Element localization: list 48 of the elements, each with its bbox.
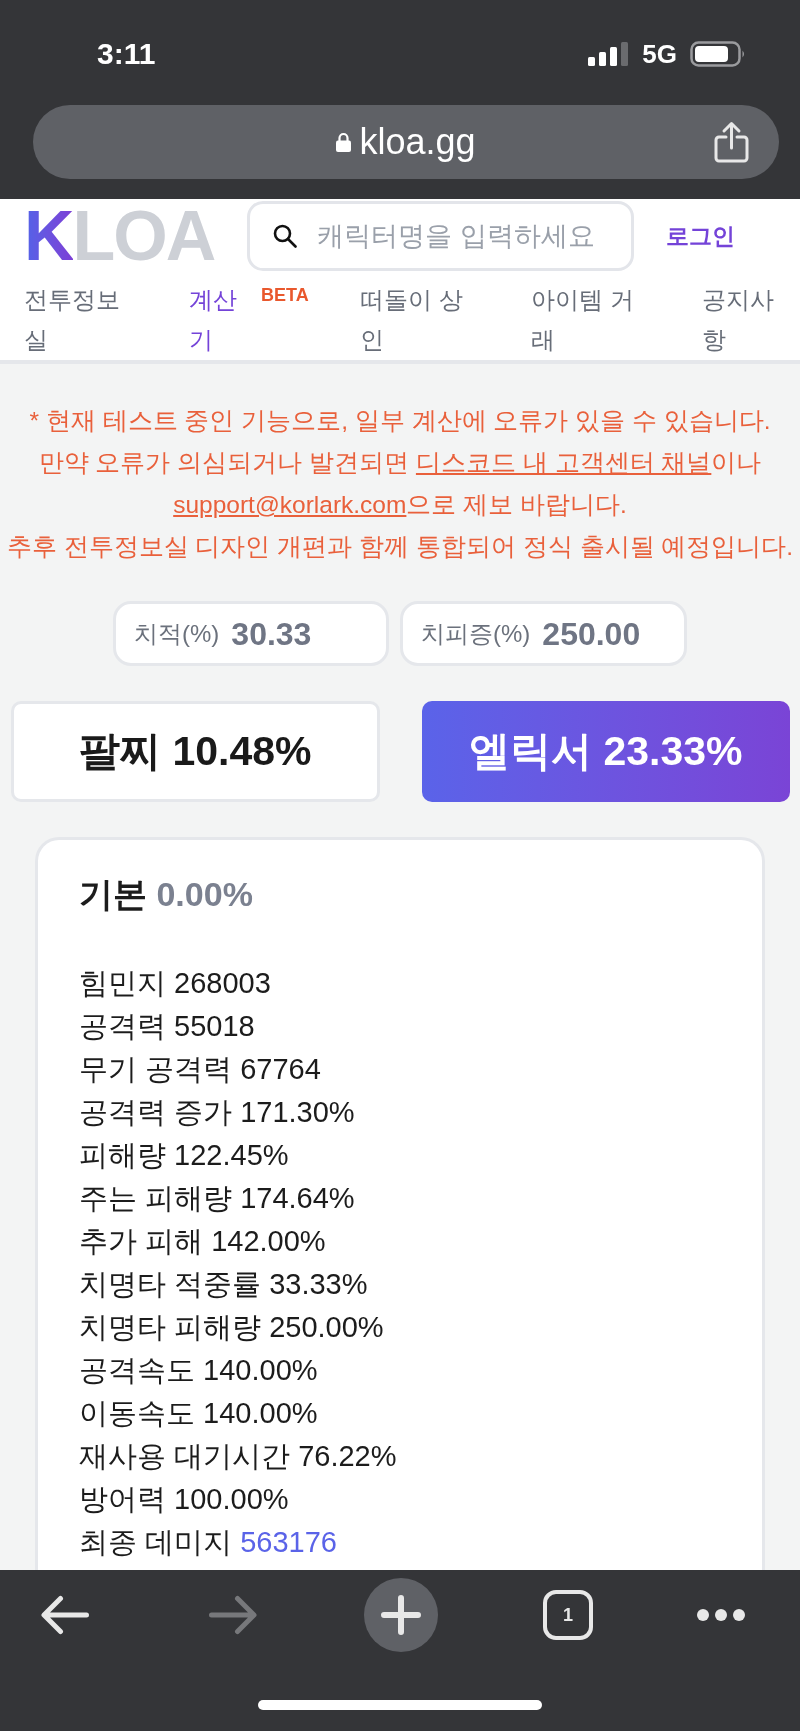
back-arrow-icon[interactable]: [41, 1595, 89, 1635]
clock-time: 3:11: [97, 39, 156, 69]
stat-line: 추가 피해 142.00%: [79, 1224, 326, 1259]
share-icon[interactable]: [714, 121, 749, 163]
search-input[interactable]: 캐릭터명을 입력하세요: [317, 215, 621, 257]
battery-icon: [690, 41, 746, 67]
input-field[interactable]: 치피증(%) 250.00: [400, 601, 687, 666]
field-label: 치적(%): [134, 618, 220, 649]
plus-icon[interactable]: [364, 1578, 438, 1652]
stat-line: 최종 데미지 563176: [79, 1525, 337, 1560]
stat-line: 공격속도 140.00%: [79, 1353, 318, 1388]
value-input[interactable]: 250.00: [542, 609, 676, 658]
signal-icon: [588, 42, 629, 66]
more-icon[interactable]: [697, 1609, 745, 1621]
notice-link[interactable]: support@korlark.com: [173, 491, 407, 518]
nav-tab[interactable]: 공지사항: [702, 280, 787, 360]
nav-tab[interactable]: 아이템 거래: [531, 280, 646, 360]
card-title: 기본 0.00%: [79, 876, 253, 912]
address-bar[interactable]: kloa.gg: [33, 105, 779, 179]
nav-tab[interactable]: 전투정보실: [24, 280, 134, 360]
stat-line: 피해량 122.45%: [79, 1138, 289, 1173]
search-icon: [273, 224, 297, 248]
login-link[interactable]: 로그인: [666, 224, 735, 248]
tab-count-button[interactable]: 1: [543, 1590, 593, 1640]
lock-icon: [336, 132, 352, 152]
stat-line: 치명타 적중률 33.33%: [79, 1267, 368, 1302]
field-label: 치피증(%): [421, 618, 531, 649]
stat-line: 이동속도 140.00%: [79, 1396, 318, 1431]
mode-tab[interactable]: 엘릭서 23.33%: [421, 701, 790, 802]
url-text: kloa.gg: [359, 124, 476, 160]
stat-line: 힘민지 268003: [79, 966, 271, 1001]
stat-line: 재사용 대기시간 76.22%: [79, 1439, 397, 1474]
nav-tab[interactable]: 계산기: [189, 280, 239, 360]
stat-line: 방어력 100.00%: [79, 1482, 289, 1517]
value-input[interactable]: 30.33: [231, 609, 378, 658]
network-label: 5G: [642, 41, 677, 67]
notice-text: * 현재 테스트 중인 기능으로, 일부 계산에 오류가 있을 수 있습니다. 만약 오류가 의심되거나 발견되면 디스코드 내 고객센터 채널 이나 support@korlark.com으로 제보 바랍니다. 추후 전투정보실 디자인 개편과 함께 통합되어 정식 출시될 예정입니다.: [5, 406, 795, 562]
nav-tab[interactable]: 떠돌이 상인: [360, 280, 475, 360]
notice-link[interactable]: 디스코드 내 고객센터 채널: [415, 449, 712, 476]
beta-label: BETA: [261, 286, 309, 304]
search-field[interactable]: 캐릭터명을 입력하세요: [247, 201, 634, 271]
mode-tab[interactable]: 팔찌 10.48%: [11, 701, 380, 802]
stat-line: 치명타 피해량 250.00%: [79, 1310, 384, 1345]
input-field[interactable]: 치적(%) 30.33: [113, 601, 389, 666]
stat-line: 주는 피해량 174.64%: [79, 1181, 355, 1216]
stat-line: 공격력 55018: [79, 1009, 255, 1044]
stat-line: 무기 공격력 67764: [79, 1052, 321, 1087]
stat-line: 공격력 증가 171.30%: [79, 1095, 355, 1130]
